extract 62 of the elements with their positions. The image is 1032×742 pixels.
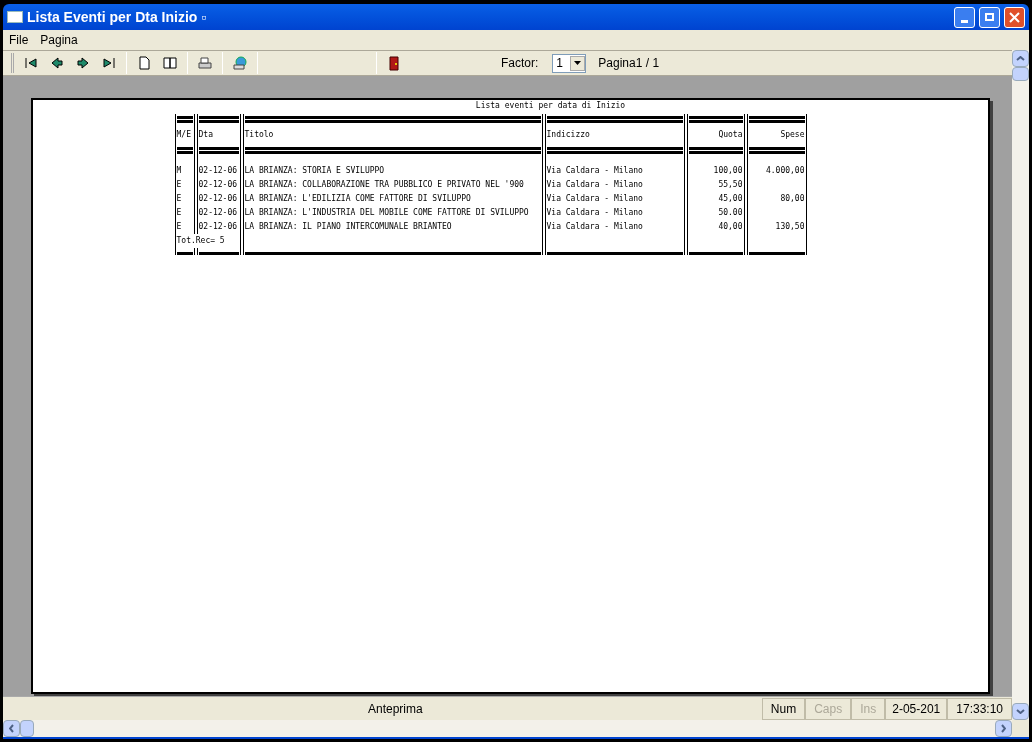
close-button[interactable] [1004, 6, 1025, 28]
horizontal-scrollbar[interactable] [3, 720, 1012, 737]
column-header: Quota [717, 129, 743, 141]
table-cell-text: E [176, 221, 183, 233]
status-text: Anteprima [367, 700, 424, 718]
close-icon [1009, 11, 1020, 23]
window-icon [7, 11, 23, 23]
minimize-button[interactable] [954, 6, 975, 28]
dropdown-arrow-icon [574, 61, 582, 65]
table-cell-text: 4.000,00 [764, 165, 805, 177]
window-title: Lista Eventi per Dta Inizio ▫ [27, 7, 207, 27]
table-cell-text: Via Caldara - Milano [546, 165, 644, 177]
table-cell-text: LA BRIANZA: L'INDUSTRIA DEL MOBILE COME FATTORE DI SVILUPPO [244, 207, 530, 219]
scroll-up-icon[interactable] [1012, 50, 1029, 67]
table-cell-text: LA BRIANZA: L'EDILIZIA COME FATTORE DI SVILUPPO [244, 193, 472, 205]
table-cell-text: 130,50 [774, 221, 805, 233]
table-cell-text: 100,00 [712, 165, 743, 177]
table-cell-text: E [176, 207, 183, 219]
table-cell-text: 80,00 [779, 193, 805, 205]
table-cell-text: M [176, 165, 183, 177]
status-indicator: Caps [805, 697, 852, 720]
status-date: 2-05-201 [885, 697, 948, 720]
scroll-right-icon[interactable] [995, 720, 1012, 737]
table-cell-text: Via Caldara - Milano [546, 207, 644, 219]
scroll-down-icon[interactable] [1012, 703, 1029, 720]
table-cell-text: E [176, 193, 183, 205]
record-total: Tot.Rec= 5 [176, 234, 225, 248]
status-indicator: Num [761, 697, 806, 720]
table-cell-text: LA BRIANZA: COLLABORAZIONE TRA PUBBLICO E PRIVATO NEL '900 [244, 179, 525, 191]
table-cell-text: 45,00 [717, 193, 743, 205]
table-cell-text: 02-12-06 [198, 179, 239, 191]
table-cell-text: LA BRIANZA: STORIA E SVILUPPO [244, 165, 386, 177]
table-cell-text: Via Caldara - Milano [546, 179, 644, 191]
table-cell-text: 50.00 [717, 207, 743, 219]
table-cell-text: 40,00 [717, 221, 743, 233]
status-time: 17:33:10 [947, 697, 1012, 720]
column-header: Indicizzo [546, 129, 591, 141]
restore-button[interactable] [979, 6, 1000, 28]
menu-item[interactable]: Pagina [40, 31, 78, 49]
vertical-scrollbar[interactable] [1012, 50, 1029, 720]
factor-label: Factor: [501, 55, 539, 72]
table-cell-text: 02-12-06 [198, 221, 239, 233]
column-header: M/E [176, 129, 192, 141]
scroll-thumb[interactable] [20, 720, 34, 737]
report-title: Lista eventi per data di Inizio [475, 101, 626, 110]
column-header: Spese [779, 129, 805, 141]
table-cell-text: E [176, 179, 183, 191]
table-cell-text: 02-12-06 [198, 165, 239, 177]
table-cell-text: 02-12-06 [198, 207, 239, 219]
status-indicator: Ins [851, 697, 886, 720]
menu-item[interactable]: File [9, 31, 29, 49]
scroll-thumb[interactable] [1012, 67, 1029, 81]
page-indicator: Pagina1 / 1 [598, 55, 660, 72]
scroll-left-icon[interactable] [3, 720, 20, 737]
column-header: Dta [198, 129, 214, 141]
table-cell-text: 02-12-06 [198, 193, 239, 205]
table-cell-text: LA BRIANZA: IL PIANO INTERCOMUNALE BRIANTEO [244, 221, 453, 233]
table-cell-text: 55,50 [717, 179, 743, 191]
column-header: Titolo [244, 129, 275, 141]
table-cell-text: Via Caldara - Milano [546, 221, 644, 233]
table-cell-text: Via Caldara - Milano [546, 193, 644, 205]
factor-dropdown[interactable]: 1 [552, 53, 587, 73]
